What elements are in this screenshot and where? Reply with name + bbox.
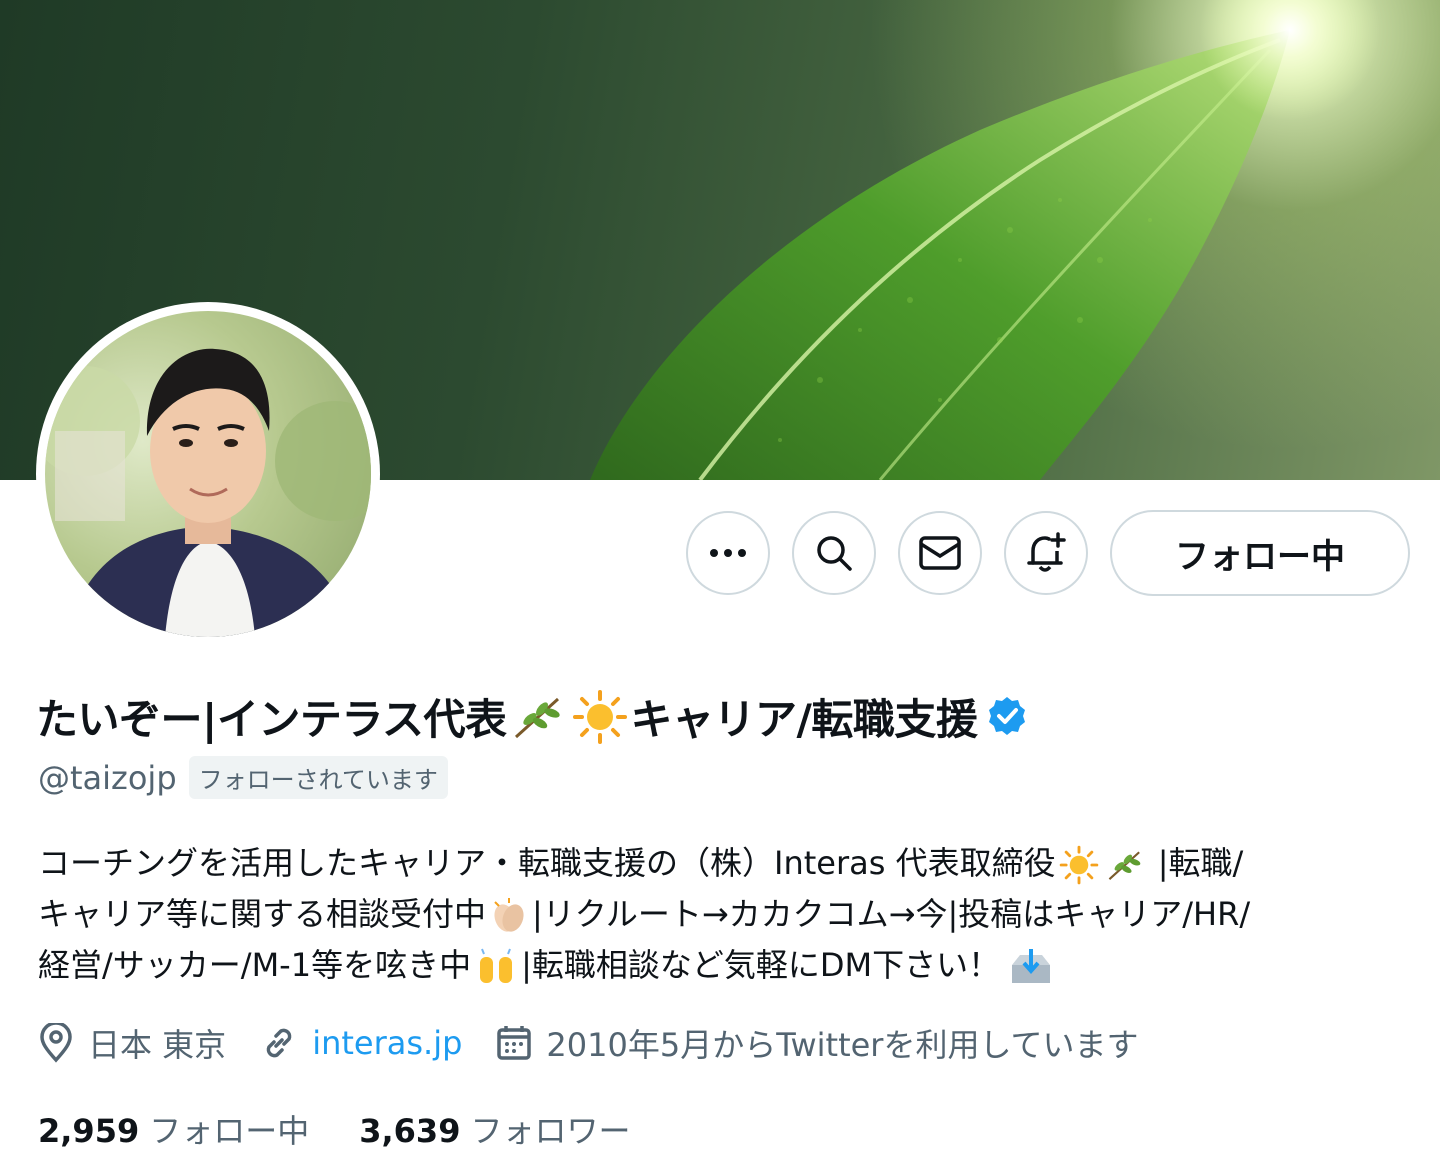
bio-text: |リクルート→カカクコム→今|投稿はキャリア/HR/ (532, 895, 1251, 933)
bio-line: コーチングを活用したキャリア・転職支援の（株）Interas 代表取締役 |転職… (38, 838, 1418, 889)
following-button[interactable]: フォロー中 (1110, 510, 1410, 596)
website-item[interactable]: interas.jp (260, 1024, 462, 1062)
website-link[interactable]: interas.jp (312, 1024, 462, 1062)
bio-text: キャリア等に関する相談受付中 (38, 895, 487, 933)
herb-emoji-icon (1108, 851, 1140, 880)
avatar-photo (45, 311, 371, 637)
herb-emoji-icon (514, 697, 560, 738)
follow-stats: 2,959 フォロー中 3,639 フォロワー (38, 1106, 680, 1152)
location-item: 日本 東京 (38, 1020, 226, 1066)
bio-text: 経営/サッカー/M-1等を呟き中 (38, 946, 472, 984)
mail-icon (919, 536, 961, 570)
bio-line: 経営/サッカー/M-1等を呟き中 |転職相談など気軽にDM下さい！ (38, 940, 1418, 991)
more-button[interactable] (686, 511, 770, 595)
handle-row: @taizojp フォローされています (38, 756, 448, 799)
user-handle: @taizojp (38, 758, 177, 797)
sun-emoji-icon (1059, 845, 1098, 885)
link-icon (266, 1028, 292, 1058)
display-name-text-1: たいぞー|インテラス代表 (36, 695, 507, 744)
inbox-tray-emoji-icon (1012, 949, 1051, 983)
bio-text: |転職相談など気軽にDM下さい！ (521, 946, 1001, 984)
raising-hands-emoji-icon (480, 948, 513, 983)
verified-badge-icon[interactable] (985, 695, 1029, 739)
bio-text: コーチングを活用したキャリア・転職支援の（株）Interas 代表取締役 (38, 844, 1056, 882)
location-text: 日本 東京 (88, 1026, 227, 1064)
location-pin-icon (40, 1023, 72, 1063)
profile-actions: フォロー中 (686, 510, 1410, 596)
search-icon (817, 536, 852, 571)
display-name: たいぞー|インテラス代表 キャリア/転職支援 (36, 686, 1032, 747)
message-button[interactable] (898, 511, 982, 595)
profile-meta: 日本 東京 interas.jp 2010年5月からTwitterを利用していま… (38, 1020, 1173, 1066)
more-icon (710, 549, 746, 557)
follows-you-badge: フォローされています (188, 756, 448, 799)
followers-label: フォロワー (470, 1112, 631, 1150)
notifications-button[interactable] (1004, 511, 1088, 595)
followers-count: 3,639 (359, 1112, 461, 1150)
profile-page: フォロー中 たいぞー|インテラス代表 キャリア/転職支援 @taizojp フォ… (0, 0, 1440, 1155)
sun-emoji-icon (572, 689, 627, 744)
bio-text: |転職/ (1147, 844, 1244, 882)
profile-avatar[interactable] (36, 302, 380, 646)
joined-item: 2010年5月からTwitterを利用しています (496, 1020, 1139, 1066)
clapping-hands-emoji-icon (494, 898, 524, 932)
bio-line: キャリア等に関する相談受付中 |リクルート→カカクコム→今|投稿はキャリア/HR/ (38, 889, 1418, 940)
joined-text: 2010年5月からTwitterを利用しています (546, 1026, 1139, 1064)
following-label: フォロー中 (149, 1112, 310, 1150)
calendar-icon (497, 1026, 532, 1060)
following-count: 2,959 (38, 1112, 140, 1150)
followers-count-link[interactable]: 3,639 フォロワー (359, 1106, 630, 1152)
display-name-text-2: キャリア/転職支援 (630, 695, 978, 744)
bell-plus-icon (1027, 532, 1066, 572)
search-button[interactable] (792, 511, 876, 595)
profile-bio: コーチングを活用したキャリア・転職支援の（株）Interas 代表取締役 |転職… (38, 838, 1418, 991)
following-count-link[interactable]: 2,959 フォロー中 (38, 1106, 309, 1152)
